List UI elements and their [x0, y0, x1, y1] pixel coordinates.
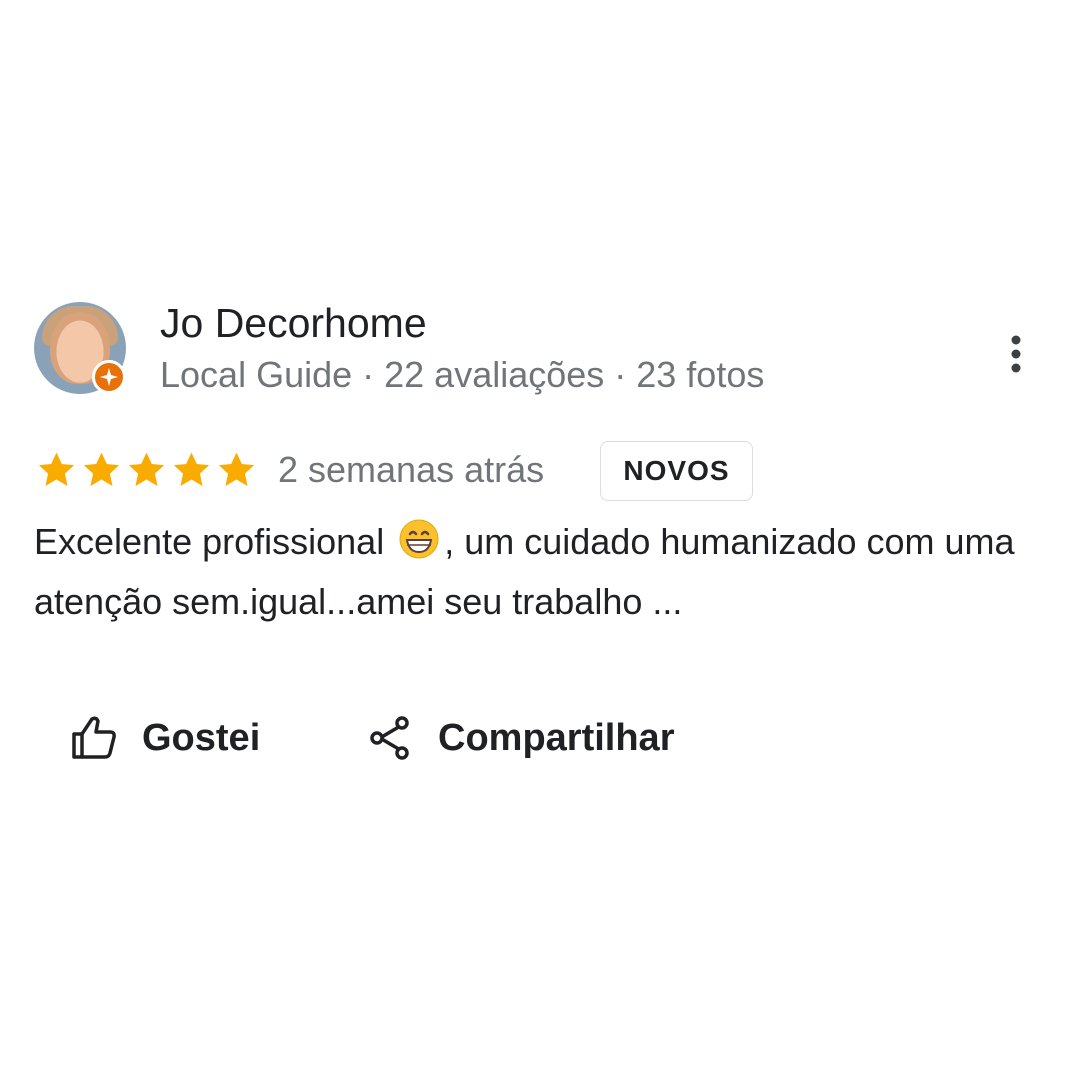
like-label: Gostei — [142, 716, 261, 759]
star-icon — [128, 452, 165, 486]
review-text: Excelente profissional , um cuidado huma… — [34, 512, 1034, 632]
review-time: 2 semanas atrás — [278, 449, 545, 490]
share-label: Compartilhar — [438, 716, 675, 759]
share-button[interactable]: Compartilhar — [368, 706, 674, 770]
more-options-button[interactable] — [996, 330, 1036, 378]
review-card: Jo Decorhome Local Guide · 22 avaliações… — [0, 0, 1080, 1080]
local-guide-badge-icon — [92, 360, 126, 394]
like-button[interactable]: Gostei — [70, 706, 260, 770]
star-icon — [218, 452, 255, 486]
new-badge: NOVOS — [600, 441, 753, 501]
avatar[interactable] — [34, 302, 126, 394]
star-icon — [173, 452, 210, 486]
star-rating — [34, 448, 259, 492]
grinning-face-emoji-icon — [398, 518, 440, 560]
share-icon — [370, 716, 409, 760]
reviewer-name[interactable]: Jo Decorhome — [160, 298, 427, 348]
thumb-up-icon — [72, 716, 116, 759]
more-vert-icon — [1011, 335, 1021, 373]
star-icon — [38, 452, 75, 486]
star-icon — [83, 452, 120, 486]
reviewer-meta: Local Guide · 22 avaliações · 23 fotos — [160, 354, 765, 395]
review-text-part-1: Excelente profissional — [34, 521, 385, 562]
